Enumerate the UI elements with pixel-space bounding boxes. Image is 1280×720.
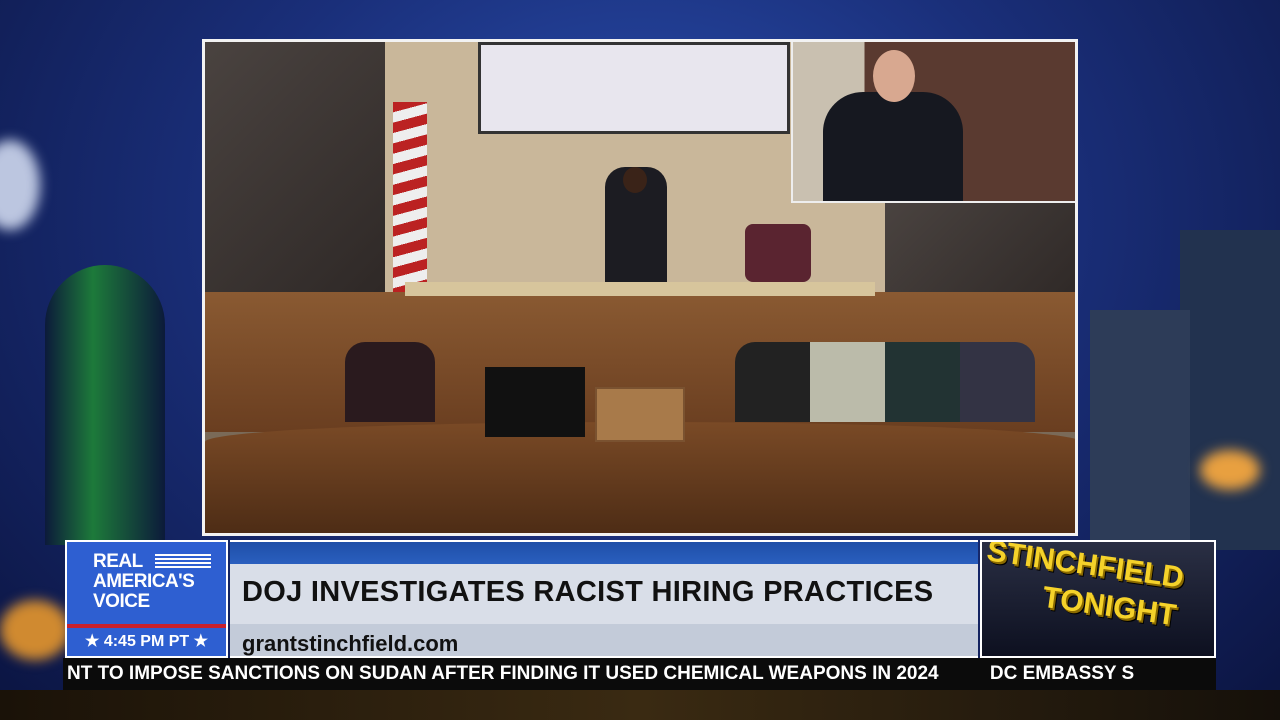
council-members [735,342,1035,422]
star-icon: ★ [189,633,208,650]
speaking-man [823,92,963,201]
broadcast-time: ★ 4:45 PM PT ★ [67,631,226,651]
street-light [1200,450,1260,490]
website-url: grantstinchfield.com [242,631,459,656]
marble-wall [885,202,1075,302]
network-line2: AMERICA'S [93,571,195,592]
star-icon: ★ [85,633,104,650]
monitor [485,367,585,437]
building [1180,230,1280,550]
tower-globe [0,140,40,230]
dais-top [405,282,875,296]
speaker-head [623,167,647,193]
chair [745,224,811,282]
marble-wall [205,42,385,302]
bottom-background [0,690,1280,720]
ticker-item: DC EMBASSY S [989,663,1135,684]
podium [595,387,685,442]
council-member [345,342,435,422]
green-building [45,265,165,545]
speaking-man-head [873,50,915,102]
lower-third: REAL AMERICA'S VOICE ★ 4:45 PM PT ★ DOJ … [63,540,1216,658]
inset-video [791,42,1075,203]
red-divider [67,624,226,628]
network-logo: REAL AMERICA'S VOICE ★ 4:45 PM PT ★ [65,540,228,658]
headline-strip [230,542,978,564]
time-text: 4:45 PM PT [103,633,190,650]
headline-banner: DOJ INVESTIGATES RACIST HIRING PRACTICES… [230,540,978,658]
network-line3: VOICE [93,591,150,612]
video-feed [202,39,1078,536]
headline-title: DOJ INVESTIGATES RACIST HIRING PRACTICES [242,576,934,608]
show-logo: STINCHFIELD TONIGHT [980,540,1216,658]
city-light [0,600,70,660]
ticker-item: NT TO IMPOSE SANCTIONS ON SUDAN AFTER FI… [67,663,939,684]
projection-screen [478,42,790,134]
news-ticker: NT TO IMPOSE SANCTIONS ON SUDAN AFTER FI… [63,658,1216,690]
building [1090,310,1190,550]
american-flag [393,102,427,292]
flag-stripes-icon [155,554,211,570]
